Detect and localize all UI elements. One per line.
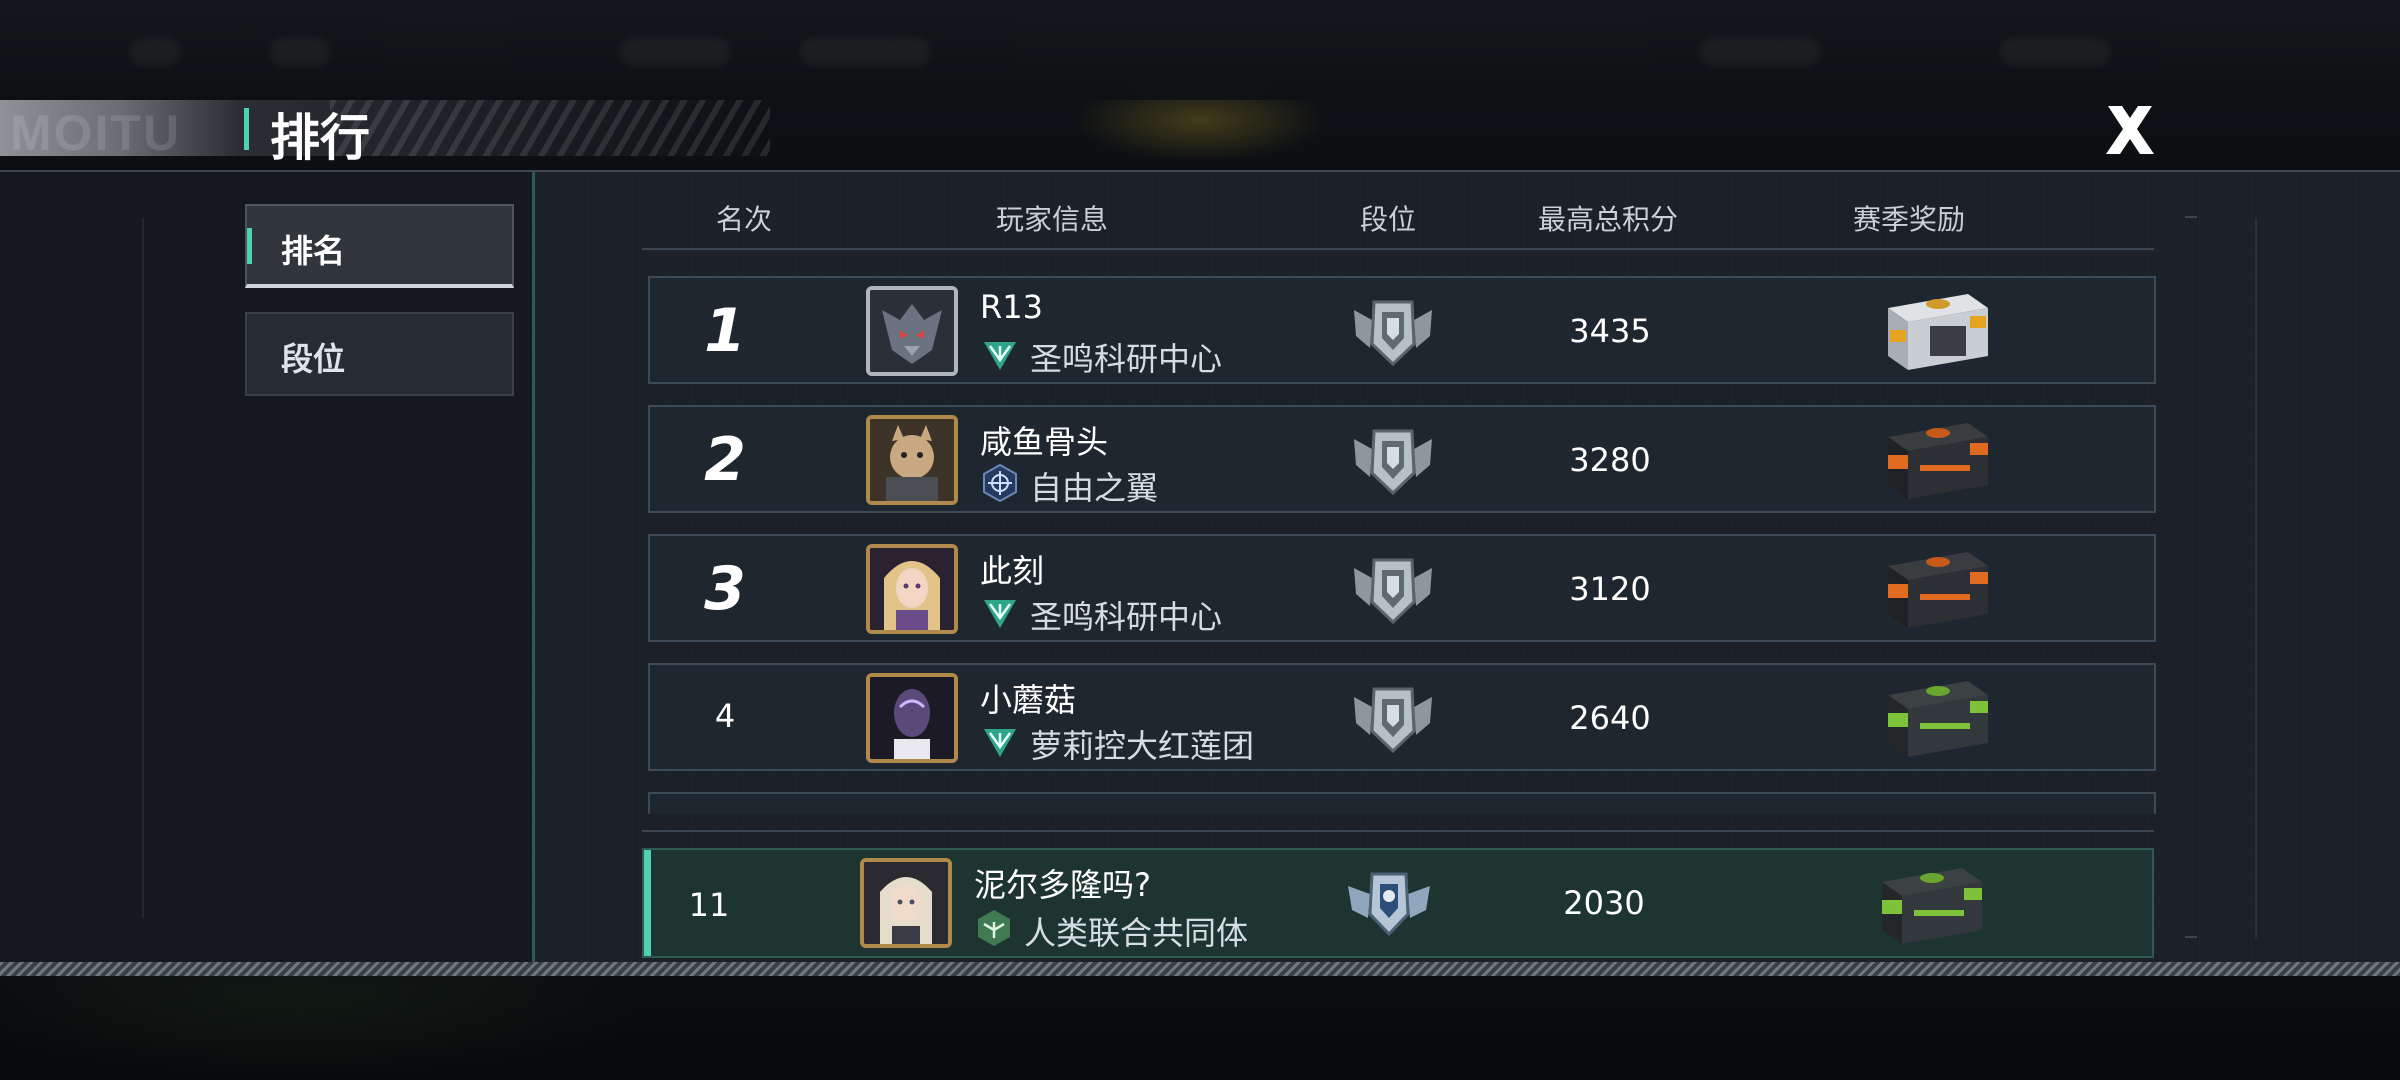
col-header-reward: 赛季奖励 bbox=[1853, 203, 1966, 236]
score-value: 3280 bbox=[1569, 441, 1651, 479]
player-name: 此刻 bbox=[980, 552, 1045, 590]
list-divider bbox=[642, 830, 2154, 832]
guild-name: 圣鸣科研中心 bbox=[1030, 598, 1223, 636]
winged-emblem-icon bbox=[984, 600, 1016, 628]
guild-name: 圣鸣科研中心 bbox=[1030, 340, 1223, 378]
avatar bbox=[866, 415, 958, 505]
blurred-top-hud bbox=[0, 0, 2400, 100]
guild-name: 人类联合共同体 bbox=[1024, 914, 1249, 952]
avatar bbox=[866, 544, 958, 634]
guild-name: 自由之翼 bbox=[1030, 469, 1159, 507]
page-title: 排行 bbox=[270, 109, 370, 167]
rank-number: 11 bbox=[688, 886, 730, 924]
score-value: 2640 bbox=[1569, 699, 1651, 737]
side-nav bbox=[0, 172, 534, 964]
tier-badge-icon bbox=[1354, 558, 1432, 625]
avatar bbox=[860, 858, 952, 948]
close-icon bbox=[2106, 106, 2154, 154]
rank-number: 2 bbox=[704, 425, 746, 495]
bottom-hatch-strip bbox=[0, 962, 2400, 976]
header-hatch-decoration bbox=[330, 100, 770, 156]
tab-ranking-label: 排名 bbox=[281, 232, 346, 270]
green-black-crate-icon bbox=[1888, 681, 1988, 757]
tab-ranking[interactable]: 排名 bbox=[245, 204, 514, 288]
avatar bbox=[866, 286, 958, 376]
my-rank-row[interactable]: 11 泥尔多隆吗? 人类联合共同体 2030 bbox=[642, 848, 2154, 958]
player-name: 咸鱼骨头 bbox=[980, 423, 1109, 461]
winged-emblem-icon bbox=[984, 729, 1016, 757]
table-row[interactable]: 4 小蘑菇 萝莉控大红莲团 2640 bbox=[648, 663, 2156, 771]
title-accent-bar bbox=[244, 108, 249, 150]
table-row[interactable]: 1 R13 圣鸣科研中心 3435 bbox=[648, 276, 2156, 384]
orange-black-crate-icon bbox=[1888, 552, 1988, 628]
tab-tier-label: 段位 bbox=[281, 340, 346, 378]
header-ghost-text: MOITU bbox=[10, 105, 182, 161]
col-header-rank: 名次 bbox=[716, 203, 773, 236]
tier-badge-icon bbox=[1354, 687, 1432, 754]
orange-black-crate-icon bbox=[1888, 423, 1988, 499]
col-header-tier: 段位 bbox=[1360, 203, 1417, 236]
score-value: 2030 bbox=[1563, 884, 1645, 922]
score-value: 3435 bbox=[1569, 312, 1651, 350]
tier-badge-icon bbox=[1354, 429, 1432, 496]
rank-number: 4 bbox=[714, 697, 736, 735]
col-header-player: 玩家信息 bbox=[996, 203, 1109, 236]
rank-number: 1 bbox=[704, 296, 746, 366]
player-name: 小蘑菇 bbox=[980, 681, 1077, 719]
winged-emblem-icon bbox=[984, 342, 1016, 370]
col-header-score: 最高总积分 bbox=[1538, 203, 1679, 236]
table-row[interactable]: 2 咸鱼骨头 自由之翼 3280 bbox=[648, 405, 2156, 513]
header-divider bbox=[642, 248, 2154, 250]
player-name: R13 bbox=[980, 288, 1043, 326]
green-black-crate-icon bbox=[1882, 868, 1982, 944]
score-value: 3120 bbox=[1569, 570, 1651, 608]
compass-shield-icon bbox=[983, 463, 1017, 503]
self-row-accent bbox=[644, 850, 651, 956]
rank-number: 3 bbox=[704, 554, 746, 624]
header-band: MOITU bbox=[0, 100, 770, 161]
tier-badge-icon bbox=[1354, 300, 1432, 367]
guild-name: 萝莉控大红莲团 bbox=[1030, 727, 1255, 765]
silver-gold-crate-icon bbox=[1888, 294, 1988, 370]
table-row-partial[interactable] bbox=[648, 792, 2156, 814]
tab-active-indicator bbox=[247, 228, 252, 264]
close-button[interactable] bbox=[2100, 100, 2160, 160]
avatar bbox=[866, 673, 958, 763]
eagle-hex-icon bbox=[978, 910, 1010, 946]
tab-tier[interactable]: 段位 bbox=[245, 312, 514, 396]
table-row[interactable]: 3 此刻 圣鸣科研中心 3120 bbox=[648, 534, 2156, 642]
tier-badge-icon bbox=[1348, 872, 1430, 937]
player-name: 泥尔多隆吗? bbox=[974, 866, 1151, 904]
